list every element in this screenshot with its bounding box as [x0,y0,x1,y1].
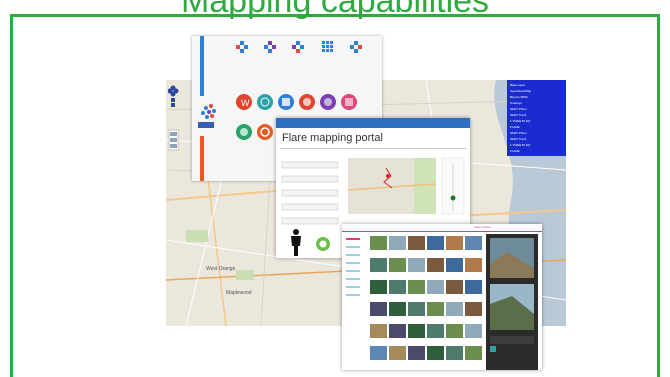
map-layer-switcher[interactable]: Base Layer OpenStreetMap Bicycle WMS Ove… [507,80,566,156]
gallery-thumbnails[interactable] [342,224,542,370]
gallery-photo-thumbnail[interactable] [465,236,482,250]
gallery-photo-thumbnail[interactable] [408,236,425,250]
gallery-photo-thumbnail[interactable] [465,280,482,294]
gallery-photo-thumbnail[interactable] [427,280,444,294]
gallery-photo-thumbnail[interactable] [465,324,482,338]
map-navigation-icon[interactable] [167,82,182,162]
map-zoom-controls[interactable] [167,82,182,167]
gallery-photo-thumbnail[interactable] [408,324,425,338]
gallery-photo-thumbnail[interactable] [465,302,482,316]
svg-text:Maplewood: Maplewood [226,290,252,296]
gallery-photo-thumbnail[interactable] [446,280,463,294]
gallery-photo-thumbnail[interactable] [408,280,425,294]
gallery-photo-thumbnail[interactable] [370,302,387,316]
gallery-photo-thumbnail[interactable] [389,258,406,272]
gallery-filter-link[interactable] [346,294,360,296]
gallery-photo-thumbnail[interactable] [446,346,463,360]
gallery-photo-thumbnail[interactable] [370,324,387,338]
gallery-photo-thumbnail[interactable] [370,346,387,360]
gallery-photo-thumbnail[interactable] [370,236,387,250]
gallery-photo-thumbnail[interactable] [427,236,444,250]
gallery-photo-thumbnail[interactable] [427,302,444,316]
gallery-photo-thumbnail[interactable] [408,346,425,360]
svg-text:West Orange: West Orange [206,266,236,272]
gallery-photo-thumbnail[interactable] [389,280,406,294]
gallery-filter-link[interactable] [346,286,360,288]
gallery-photo-thumbnail[interactable] [389,302,406,316]
gallery-photo-thumbnail[interactable] [427,324,444,338]
gallery-photo-thumbnail[interactable] [446,236,463,250]
gallery-photo-thumbnail[interactable] [389,324,406,338]
gallery-filter-link[interactable] [346,270,360,272]
gallery-photo-thumbnail[interactable] [389,346,406,360]
gallery-photo-thumbnail[interactable] [465,258,482,272]
gallery-photo-thumbnail[interactable] [427,346,444,360]
launcher-accent-bar [200,36,204,96]
gallery-photo-thumbnail[interactable] [465,346,482,360]
gallery-photo-thumbnail[interactable] [446,258,463,272]
svg-text:W: W [241,98,250,108]
gallery-photo-thumbnail[interactable] [446,302,463,316]
photo-gallery-screenshot: Flare Viewer [342,224,542,370]
gallery-filter-link[interactable] [346,262,360,264]
gallery-photo-thumbnail[interactable] [408,302,425,316]
gallery-photo-thumbnail[interactable] [370,280,387,294]
overlay-option[interactable]: FLARE [510,148,563,154]
launcher-accent-bar [200,136,204,181]
gallery-filter-link[interactable] [346,254,360,256]
gallery-photo-thumbnail[interactable] [446,324,463,338]
gallery-filter-link[interactable] [346,238,360,240]
gallery-photo-thumbnail[interactable] [408,258,425,272]
gallery-photo-thumbnail[interactable] [389,236,406,250]
gallery-filter-link[interactable] [346,246,360,248]
gallery-photo-thumbnail[interactable] [427,258,444,272]
gallery-photo-thumbnail[interactable] [370,258,387,272]
gallery-filter-link[interactable] [346,278,360,280]
